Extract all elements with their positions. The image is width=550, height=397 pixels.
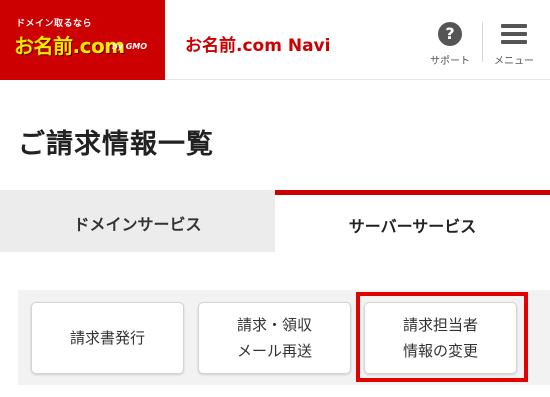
app-title: お名前.com Navi bbox=[185, 36, 331, 56]
support-label: サポート bbox=[430, 56, 470, 67]
issue-invoice-button[interactable]: 請求書発行 bbox=[31, 302, 184, 374]
tab-server-service[interactable]: サーバーサービス bbox=[275, 190, 550, 252]
header-divider bbox=[482, 22, 483, 62]
logo-brand: お名前.com bbox=[14, 34, 125, 58]
support-button[interactable]: ? サポート bbox=[422, 18, 478, 70]
logo-tagline: ドメイン取るなら bbox=[16, 19, 93, 29]
page-title: ご請求情報一覧 bbox=[18, 129, 214, 160]
highlight-box bbox=[356, 292, 528, 382]
help-icon: ? bbox=[438, 22, 462, 46]
tab-domain-service[interactable]: ドメインサービス bbox=[0, 190, 275, 252]
resend-receipt-label-line1: 請求・領収 bbox=[236, 316, 312, 334]
menu-label: メニュー bbox=[494, 56, 534, 67]
logo-company: by GMO bbox=[112, 42, 148, 51]
onamae-logo[interactable]: ドメイン取るなら お名前.com by GMO bbox=[0, 0, 165, 80]
hamburger-icon bbox=[501, 24, 527, 44]
app-header: ドメイン取るなら お名前.com by GMO お名前.com Navi ? サ… bbox=[0, 0, 550, 80]
resend-receipt-label-line2: メール再送 bbox=[236, 342, 312, 360]
menu-button[interactable]: メニュー bbox=[486, 18, 542, 70]
resend-receipt-email-button[interactable]: 請求・領収 メール再送 bbox=[198, 302, 351, 374]
service-tabs: ドメインサービス サーバーサービス bbox=[0, 190, 550, 252]
issue-invoice-label: 請求書発行 bbox=[69, 329, 145, 347]
